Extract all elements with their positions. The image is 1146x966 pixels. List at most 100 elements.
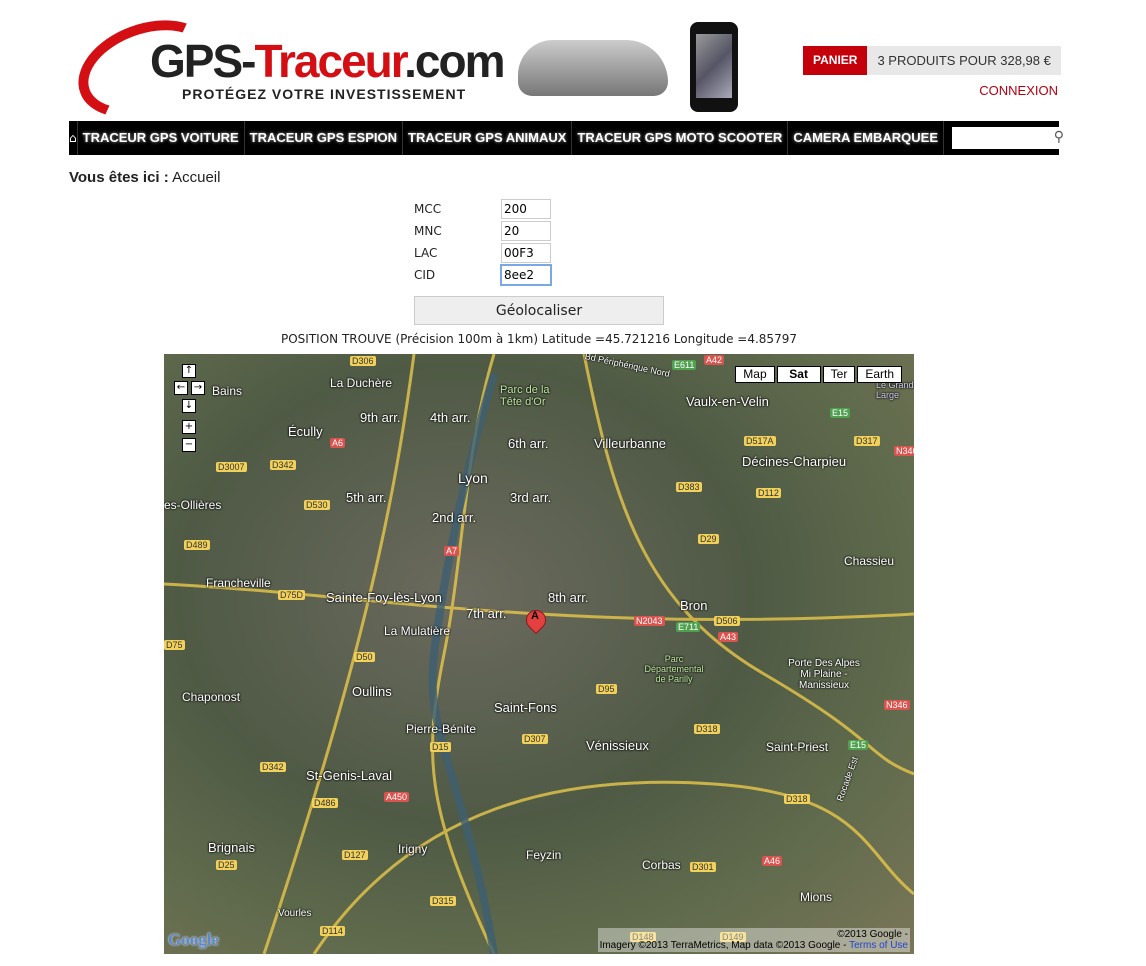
map-type-sat[interactable]: Sat — [776, 366, 821, 383]
pan-left-icon[interactable]: ← — [174, 381, 188, 395]
road-badge: D114 — [320, 926, 345, 936]
login-link[interactable]: CONNEXION — [979, 83, 1058, 98]
map[interactable]: La Duchère 9th arr. 4th arr. Parc de la … — [164, 354, 914, 954]
place-label: Pierre-Bénite — [406, 722, 477, 736]
place-label: 5th arr. — [346, 490, 387, 505]
road-badge: D75 — [164, 640, 185, 650]
breadcrumb: Vous êtes ici : Accueil — [69, 169, 220, 186]
road-badge: D517A — [744, 436, 776, 446]
mcc-input[interactable] — [501, 199, 551, 219]
cid-input[interactable] — [500, 264, 552, 286]
map-type-ter[interactable]: Ter — [822, 366, 856, 383]
breadcrumb-prefix: Vous êtes ici : — [69, 169, 169, 186]
place-label: Francheville — [206, 576, 271, 590]
road-badge: D50 — [354, 652, 375, 662]
place-label: Bron — [680, 598, 708, 613]
pan-down-icon[interactable]: ↓ — [182, 399, 196, 413]
zoom-out-icon[interactable]: − — [182, 438, 196, 452]
cart[interactable]: PANIER 3 PRODUITS POUR 328,98 € — [803, 46, 1061, 75]
road-badge: D383 — [676, 482, 702, 492]
home-icon[interactable]: ⌂ — [69, 121, 78, 155]
nav-item-espion[interactable]: TRACEUR GPS ESPION — [245, 121, 403, 155]
cid-label: CID — [414, 268, 436, 282]
road-badge: D317 — [854, 436, 880, 446]
place-label: Porte Des Alpes Mi Plaine - Manissieux — [788, 658, 860, 691]
road-badge: D112 — [756, 488, 781, 498]
place-label: Saint-Priest — [766, 740, 829, 754]
place-label: 8th arr. — [548, 590, 589, 605]
nav-item-voiture[interactable]: TRACEUR GPS VOITURE — [78, 121, 245, 155]
road-badge: N2043 — [634, 616, 665, 626]
place-label: Villeurbanne — [594, 436, 667, 451]
road-badge: A6 — [330, 438, 346, 448]
place-label: Brignais — [208, 840, 255, 855]
place-label: Chaponost — [182, 690, 241, 704]
road-badge: D3007 — [216, 462, 247, 472]
magnifier-icon[interactable]: ⚲ — [1054, 129, 1064, 145]
place-label: St-Genis-Laval — [306, 768, 392, 783]
place-label: Chassieu — [844, 554, 895, 568]
road-badge: A450 — [384, 792, 410, 802]
phone-screen — [696, 34, 732, 98]
place-label: Bains — [212, 384, 243, 398]
road-badge: N346 — [894, 446, 914, 456]
terms-link[interactable]: Terms of Use — [849, 940, 908, 951]
search-box: ⚲ — [952, 127, 1071, 149]
road-badge: D307 — [522, 734, 548, 744]
road-badge: A7 — [444, 546, 460, 556]
road-badge: D95 — [596, 684, 617, 694]
cart-label[interactable]: PANIER — [803, 46, 868, 75]
nav-item-moto[interactable]: TRACEUR GPS MOTO SCOOTER — [572, 121, 789, 155]
mnc-input[interactable] — [501, 221, 551, 241]
place-label: Le Grand Large — [876, 380, 914, 400]
road-badge: E15 — [830, 408, 851, 418]
nav-item-animaux[interactable]: TRACEUR GPS ANIMAUX — [403, 121, 573, 155]
google-logo[interactable]: Google — [168, 930, 219, 950]
road-badge: D530 — [304, 500, 330, 510]
place-label: La Duchère — [330, 376, 393, 390]
map-attribution: ©2013 Google - Imagery ©2013 TerraMetric… — [597, 928, 910, 952]
place-label: 6th arr. — [508, 436, 549, 451]
map-copyright: ©2013 Google - — [837, 929, 908, 940]
place-label: Saint-Fons — [494, 700, 557, 715]
lac-label: LAC — [414, 246, 438, 260]
road-badge: A43 — [718, 632, 739, 642]
mnc-label: MNC — [414, 224, 442, 238]
logo-text-red: Traceur — [254, 35, 406, 87]
place-label: 3rd arr. — [510, 490, 552, 505]
result-text: POSITION TROUVE (Précision 100m à 1km) L… — [281, 332, 797, 346]
search-input[interactable] — [952, 127, 1071, 148]
cart-info[interactable]: 3 PRODUITS POUR 328,98 € — [867, 46, 1061, 75]
place-label: Parc de la Tête d'Or — [500, 384, 550, 408]
place-label: Oullins — [352, 684, 392, 699]
lac-input[interactable] — [501, 243, 551, 263]
road-badge: D15 — [430, 742, 451, 752]
road-badge: N346 — [884, 700, 910, 710]
pan-right-icon[interactable]: → — [191, 381, 205, 395]
nav-item-camera[interactable]: CAMERA EMBARQUEE — [788, 121, 945, 155]
road-badge: D29 — [698, 534, 719, 544]
map-type-earth[interactable]: Earth — [857, 366, 902, 383]
site-logo[interactable]: GPS-Traceur.com — [150, 34, 506, 88]
road-badge: D127 — [342, 850, 368, 860]
road-badge: D486 — [312, 798, 338, 808]
pan-up-icon[interactable]: ↑ — [182, 364, 196, 378]
place-label: 2nd arr. — [432, 510, 477, 525]
map-type-map[interactable]: Map — [735, 366, 775, 383]
road-badge: E611 — [672, 360, 697, 370]
road-badge: E711 — [676, 622, 701, 632]
road-badge: D318 — [784, 794, 810, 804]
zoom-in-icon[interactable]: + — [182, 420, 196, 434]
place-label: Corbas — [642, 858, 681, 872]
place-label: Feyzin — [526, 848, 562, 862]
place-label: Décines-Charpieu — [742, 454, 847, 469]
logo-text-suffix: .com — [404, 35, 505, 87]
map-attribution-text: Imagery ©2013 TerraMetrics, Map data ©20… — [599, 940, 847, 951]
road-badge: D342 — [270, 460, 296, 470]
road-badge: E15 — [848, 740, 869, 750]
place-label: 9th arr. — [360, 410, 401, 425]
geolocate-button[interactable]: Géolocaliser — [414, 296, 664, 325]
breadcrumb-current[interactable]: Accueil — [172, 169, 220, 186]
place-label: Lyon — [458, 470, 488, 486]
road-badge: D342 — [260, 762, 286, 772]
